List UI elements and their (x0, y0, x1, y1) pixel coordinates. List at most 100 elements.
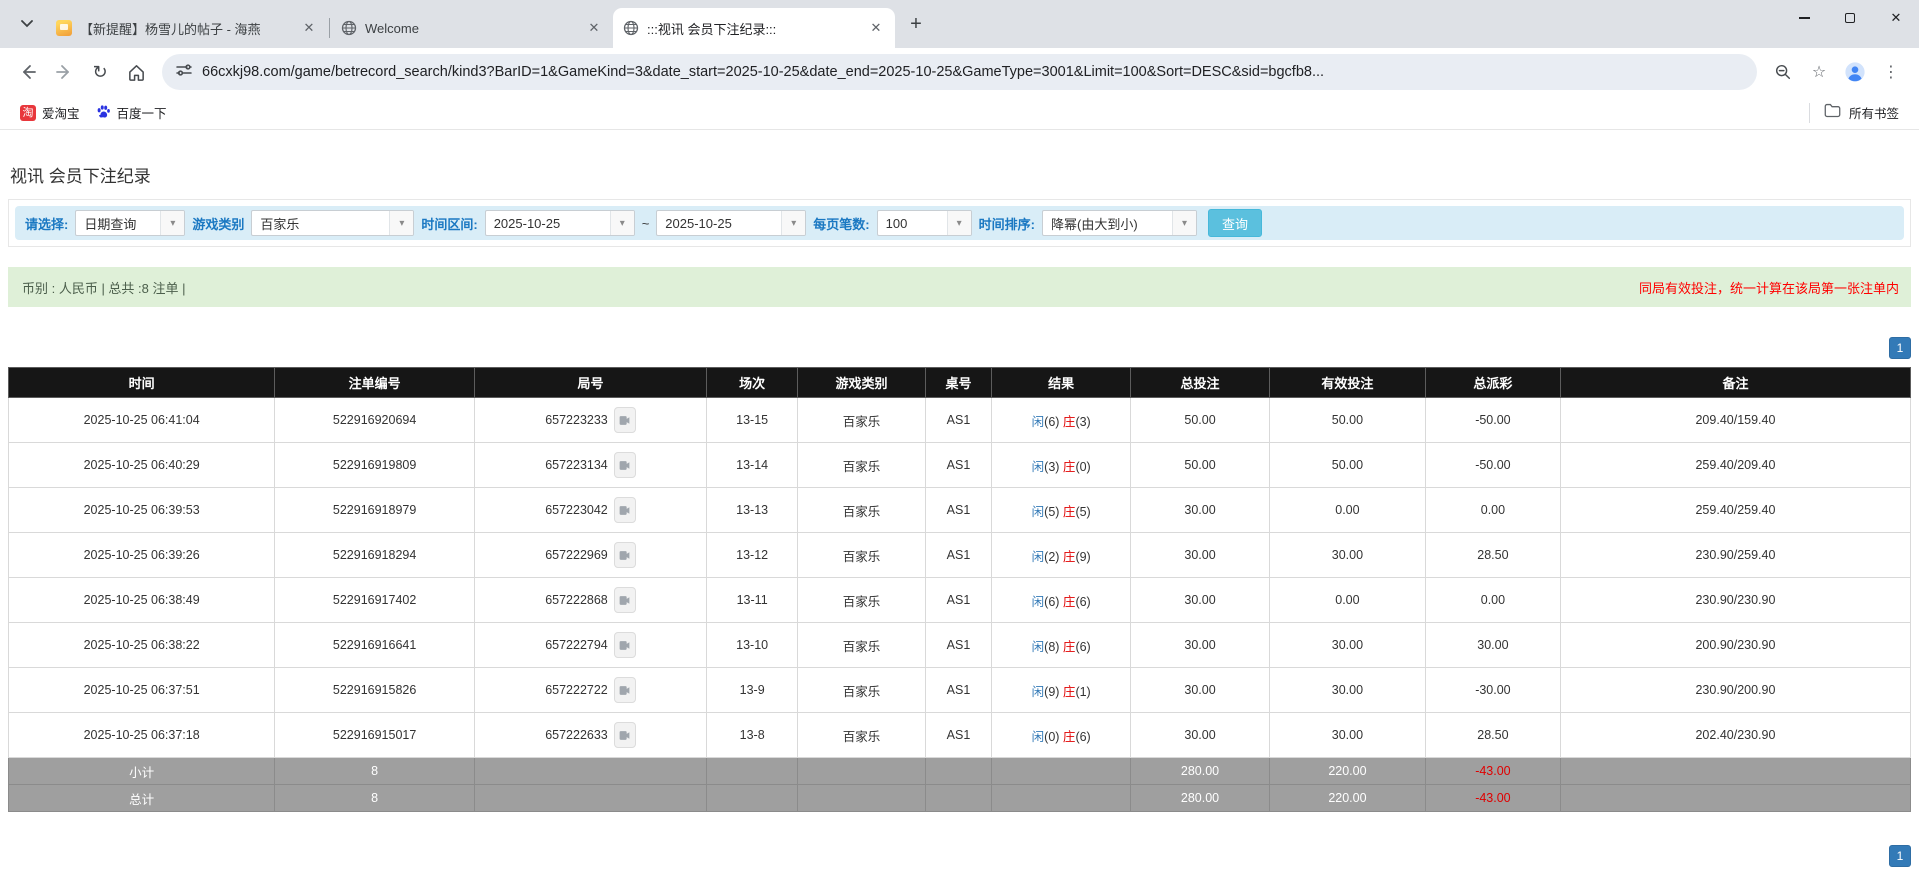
video-replay-icon[interactable] (614, 497, 636, 523)
chevron-down-icon[interactable]: ▾ (947, 211, 971, 235)
maximize-button[interactable] (1827, 0, 1873, 36)
select-type-label: 请选择: (25, 214, 68, 233)
tab-forum[interactable]: 【新提醒】杨雪儿的帖子 - 海燕 ✕ (46, 8, 328, 48)
menu-dots-icon[interactable]: ⋮ (1873, 54, 1909, 90)
cell-session: 13-11 (707, 578, 798, 623)
forward-button[interactable] (46, 54, 82, 90)
game-category-label: 游戏类别 (192, 214, 244, 233)
result-player-label: 闲 (1032, 550, 1045, 564)
sort-label: 时间排序: (979, 214, 1035, 233)
cell-total-bet[interactable]: 30.00 (1131, 668, 1270, 713)
game-category-value: 百家乐 (252, 211, 389, 235)
home-button[interactable] (118, 54, 154, 90)
cell-total-bet[interactable]: 30.00 (1131, 623, 1270, 668)
video-replay-icon[interactable] (614, 632, 636, 658)
page-1-button[interactable]: 1 (1889, 845, 1911, 867)
summary-bar: 币别 : 人民币 | 总共 :8 注单 | 同局有效投注，统一计算在该局第一张注… (8, 267, 1911, 307)
new-tab-button[interactable]: + (901, 9, 931, 39)
cell-total-bet[interactable]: 30.00 (1131, 578, 1270, 623)
bookmarks-bar: 淘 爱淘宝 百度一下 所有书签 (0, 96, 1919, 130)
table-header-row: 时间注单编号局号场次游戏类别桌号结果总投注有效投注总派彩备注 (9, 368, 1911, 398)
cell-order-id: 522916920694 (275, 398, 475, 443)
video-replay-icon[interactable] (614, 407, 636, 433)
chevron-down-icon[interactable]: ▾ (160, 211, 184, 235)
cell-payout: 28.50 (1425, 533, 1560, 578)
back-button[interactable] (10, 54, 46, 90)
reload-icon: ↻ (92, 62, 107, 83)
pagination-top: 1 (8, 337, 1911, 359)
video-replay-icon[interactable] (614, 542, 636, 568)
address-bar[interactable]: 66cxkj98.com/game/betrecord_search/kind3… (162, 54, 1757, 90)
cell-game-category: 百家乐 (798, 443, 925, 488)
chevron-down-icon[interactable]: ▾ (781, 211, 805, 235)
cell-total-bet[interactable]: 30.00 (1131, 713, 1270, 758)
footer-empty (474, 758, 706, 785)
column-header: 注单编号 (275, 368, 475, 398)
game-category-dropdown[interactable]: 百家乐 ▾ (251, 210, 414, 236)
sort-dropdown[interactable]: 降幂(由大到小) ▾ (1042, 210, 1197, 236)
footer-empty (707, 785, 798, 812)
footer-empty (925, 758, 992, 785)
round-id-text: 657222794 (545, 638, 608, 652)
cell-total-bet[interactable]: 30.00 (1131, 533, 1270, 578)
footer-empty (925, 785, 992, 812)
table-row: 2025-10-25 06:37:51522916915826657222722… (9, 668, 1911, 713)
page-1-button[interactable]: 1 (1889, 337, 1911, 359)
bookmark-taobao[interactable]: 淘 爱淘宝 (12, 100, 88, 126)
cell-valid-bet: 30.00 (1269, 713, 1425, 758)
cell-round-id: 657223134 (474, 443, 706, 488)
cell-game-category: 百家乐 (798, 623, 925, 668)
video-replay-icon[interactable] (614, 452, 636, 478)
cell-payout: -30.00 (1425, 668, 1560, 713)
date-end-dropdown[interactable]: 2025-10-25 ▾ (656, 210, 806, 236)
tab-welcome[interactable]: Welcome ✕ (331, 8, 613, 48)
pagination-bottom: 1 (8, 845, 1911, 867)
cell-total-bet[interactable]: 50.00 (1131, 398, 1270, 443)
zoom-indicator-icon[interactable] (1765, 54, 1801, 90)
column-header: 时间 (9, 368, 275, 398)
cell-order-id: 522916918979 (275, 488, 475, 533)
sort-value: 降幂(由大到小) (1043, 211, 1172, 235)
cell-round-id: 657223042 (474, 488, 706, 533)
bookmark-star-icon[interactable]: ☆ (1801, 54, 1837, 90)
result-player-label: 闲 (1032, 460, 1045, 474)
cell-valid-bet: 30.00 (1269, 623, 1425, 668)
video-replay-icon[interactable] (614, 722, 636, 748)
profile-avatar[interactable] (1837, 54, 1873, 90)
cell-total-bet[interactable]: 50.00 (1131, 443, 1270, 488)
close-button[interactable]: ✕ (1873, 0, 1919, 36)
cell-time: 2025-10-25 06:39:53 (9, 488, 275, 533)
minimize-button[interactable] (1781, 0, 1827, 36)
query-type-dropdown[interactable]: 日期查询 ▾ (75, 210, 185, 236)
cell-result: 闲(3) 庄(0) (992, 443, 1131, 488)
tab-close-icon[interactable]: ✕ (867, 19, 885, 37)
chevron-down-icon[interactable]: ▾ (389, 211, 413, 235)
site-info-tune-icon[interactable] (176, 62, 192, 83)
bookmark-baidu[interactable]: 百度一下 (88, 100, 175, 126)
tab-close-icon[interactable]: ✕ (585, 19, 603, 37)
cell-table-no: AS1 (925, 668, 992, 713)
search-button[interactable]: 查询 (1208, 209, 1262, 237)
date-start-dropdown[interactable]: 2025-10-25 ▾ (485, 210, 635, 236)
footer-label: 总计 (9, 785, 275, 812)
result-banker-label: 庄 (1063, 595, 1076, 609)
footer-empty (992, 758, 1131, 785)
footer-payout: -43.00 (1425, 758, 1560, 785)
chevron-down-icon[interactable]: ▾ (610, 211, 634, 235)
tab-search-chevron-icon[interactable] (12, 9, 42, 39)
cell-order-id: 522916915017 (275, 713, 475, 758)
page-size-dropdown[interactable]: 100 ▾ (877, 210, 972, 236)
reload-button[interactable]: ↻ (82, 54, 118, 90)
result-banker-score: (9) (1075, 550, 1090, 564)
all-bookmarks-button[interactable]: 所有书签 (1849, 100, 1907, 126)
video-replay-icon[interactable] (614, 677, 636, 703)
result-player-score: (8) (1044, 640, 1059, 654)
url-text[interactable]: 66cxkj98.com/game/betrecord_search/kind3… (202, 64, 1324, 80)
cell-total-bet[interactable]: 30.00 (1131, 488, 1270, 533)
tab-bet-records[interactable]: :::视讯 会员下注纪录::: ✕ (613, 8, 895, 48)
tab-close-icon[interactable]: ✕ (300, 19, 318, 37)
cell-order-id: 522916917402 (275, 578, 475, 623)
cell-order-id: 522916915826 (275, 668, 475, 713)
video-replay-icon[interactable] (614, 587, 636, 613)
chevron-down-icon[interactable]: ▾ (1172, 211, 1196, 235)
